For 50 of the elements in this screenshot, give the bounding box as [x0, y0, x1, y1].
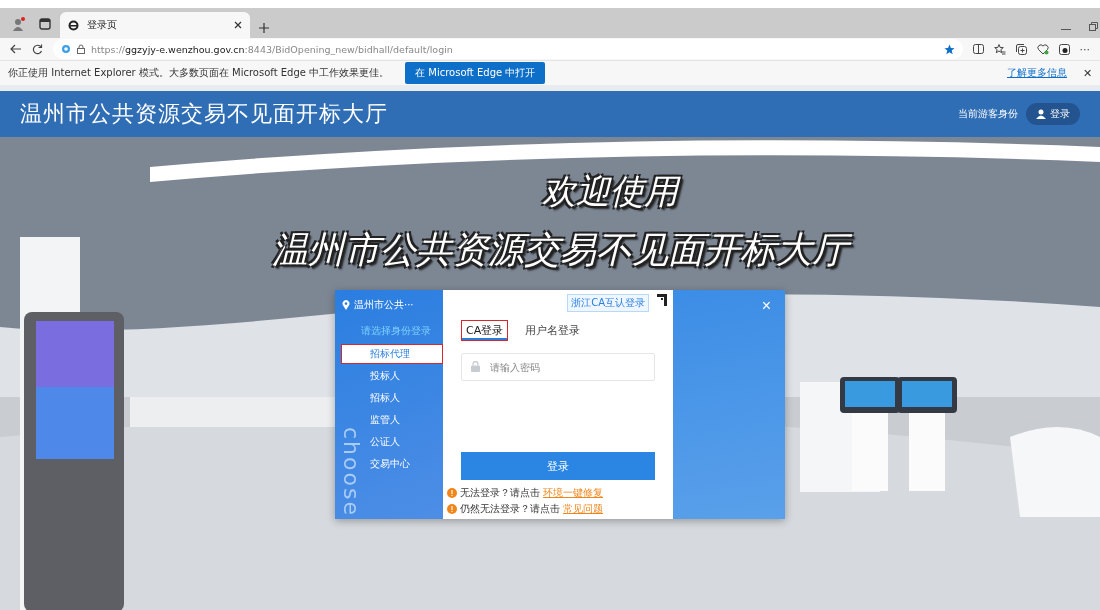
site-title: 温州市公共资源交易不见面开标大厅 — [20, 100, 388, 128]
location-pin-icon — [342, 300, 350, 310]
profile-icon[interactable] — [12, 17, 26, 31]
close-icon[interactable] — [234, 21, 242, 29]
tab-title: 登录页 — [87, 18, 118, 32]
address-bar[interactable]: https://ggzyjy-e.wenzhou.gov.cn:8443/BidOpening_new/bidhall/default/login — [53, 39, 963, 59]
heart-icon[interactable] — [1036, 43, 1049, 55]
login-tab[interactable]: 用户名登录 — [520, 320, 586, 341]
help-text: 无法登录？请点击 — [460, 486, 540, 500]
side-watermark: choose — [339, 427, 364, 517]
ie-mode-icon — [61, 44, 71, 54]
password-field[interactable]: 请输入密码 — [461, 353, 655, 381]
restore-icon[interactable] — [1089, 22, 1098, 31]
user-icon — [1036, 109, 1046, 119]
close-button[interactable]: × — [755, 296, 777, 316]
region-selector[interactable]: 温州市公共··· — [354, 298, 414, 312]
hall-heading: 温州市公共资源交易不见面开标大厅 — [260, 223, 860, 278]
minimize-icon[interactable] — [1061, 29, 1071, 31]
role-item[interactable]: 招标代理 — [341, 344, 443, 364]
favorites-icon[interactable] — [993, 43, 1006, 55]
tab-actions-icon[interactable] — [39, 18, 51, 30]
more-menu[interactable]: ··· — [1079, 42, 1090, 56]
submit-button[interactable]: 登录 — [461, 452, 655, 480]
help-link[interactable]: 环境一键修复 — [543, 486, 603, 500]
browser-tab[interactable]: 登录页 — [60, 12, 250, 38]
help-text: 仍然无法登录？请点击 — [460, 502, 560, 516]
lock-icon — [471, 361, 480, 372]
refresh-icon[interactable] — [32, 43, 43, 55]
role-item[interactable]: 投标人 — [345, 366, 443, 386]
login-button[interactable]: 登录 — [1026, 103, 1080, 125]
ie-app-icon[interactable] — [1058, 43, 1070, 55]
lock-icon — [77, 44, 85, 54]
close-button[interactable]: ✕ — [1083, 66, 1092, 80]
star-icon[interactable] — [943, 43, 955, 55]
role-prompt: 请选择身份登录 — [360, 324, 432, 338]
mutual-login-link[interactable]: 浙江CA互认登录 — [567, 294, 649, 312]
collections-icon[interactable] — [1015, 43, 1027, 55]
open-in-edge-button[interactable]: 在 Microsoft Edge 中打开 — [405, 62, 546, 84]
welcome-heading: 欢迎使用 — [530, 165, 690, 218]
login-tab[interactable]: CA登录 — [461, 320, 509, 341]
split-screen-icon[interactable] — [972, 44, 984, 54]
warning-icon — [447, 488, 457, 498]
help-link[interactable]: 常见问题 — [563, 502, 603, 516]
back-icon[interactable] — [10, 44, 22, 54]
ie-mode-message: 你正使用 Internet Explorer 模式。大多数页面在 Microsoft Edge 中工作效果更佳。 — [8, 66, 390, 80]
role-item[interactable]: 招标人 — [345, 388, 443, 408]
warning-icon — [447, 504, 457, 514]
guest-label: 当前游客身份 — [958, 107, 1018, 121]
new-tab-icon[interactable] — [258, 22, 270, 34]
learn-more-link[interactable]: 了解更多信息 — [1007, 66, 1067, 80]
